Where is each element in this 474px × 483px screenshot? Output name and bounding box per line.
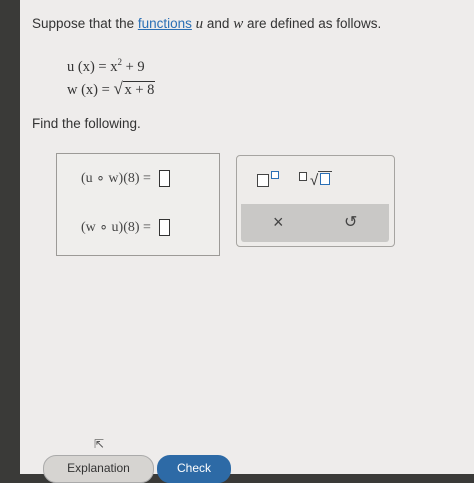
clear-button[interactable]: × [273, 212, 284, 233]
explanation-button[interactable]: Explanation [43, 455, 154, 483]
radicand-box-icon [320, 172, 331, 185]
u-rest: + 9 [121, 58, 145, 75]
prompt-text-start: Suppose that the [32, 16, 138, 31]
composition-u-w-label: (u ∘ w)(8) = [81, 171, 151, 186]
sqrt-icon: √ x + 8 [113, 79, 156, 98]
functions-link[interactable]: functions [138, 16, 192, 31]
answer-row-u-of-w: (u ∘ w)(8) = [81, 170, 170, 188]
math-toolbar: √ × ↺ [236, 155, 395, 247]
toolbar-actions: × ↺ [241, 204, 389, 242]
check-button[interactable]: Check [157, 455, 231, 483]
answer-input-w-of-u[interactable] [158, 219, 170, 237]
prompt-var-w: w [233, 16, 244, 32]
radicand-slot-icon [318, 170, 333, 190]
instruction-text: Find the following. [32, 116, 141, 131]
radical-icon: √ [310, 171, 319, 189]
prompt-text-and: and [203, 16, 234, 31]
question-page: Suppose that the functions u and w are d… [20, 0, 474, 483]
undo-button[interactable]: ↺ [344, 212, 357, 232]
u-lhs: u (x) = x [67, 58, 118, 75]
exponent-button[interactable] [257, 170, 279, 190]
root-index-icon [299, 171, 307, 181]
composition-w-u-label: (w ∘ u)(8) = [81, 220, 151, 235]
nth-root-button[interactable]: √ [299, 170, 333, 190]
answer-panel: (u ∘ w)(8) = (w ∘ u)(8) = [56, 153, 220, 256]
exponent-base-icon [257, 173, 269, 187]
u-definition: u (x) = x2 + 9 [67, 57, 145, 76]
w-definition: w (x) = √ x + 8 [67, 79, 156, 99]
answer-row-w-of-u: (w ∘ u)(8) = [81, 219, 170, 237]
w-lhs: w (x) = [67, 82, 114, 98]
answer-input-u-of-w[interactable] [158, 170, 170, 188]
w-radicand: x + 8 [123, 81, 156, 98]
mouse-cursor-icon: ⇱ [94, 437, 105, 451]
question-prompt: Suppose that the functions u and w are d… [32, 16, 381, 33]
prompt-text-end: are defined as follows. [243, 16, 382, 31]
exponent-power-icon [271, 171, 279, 179]
